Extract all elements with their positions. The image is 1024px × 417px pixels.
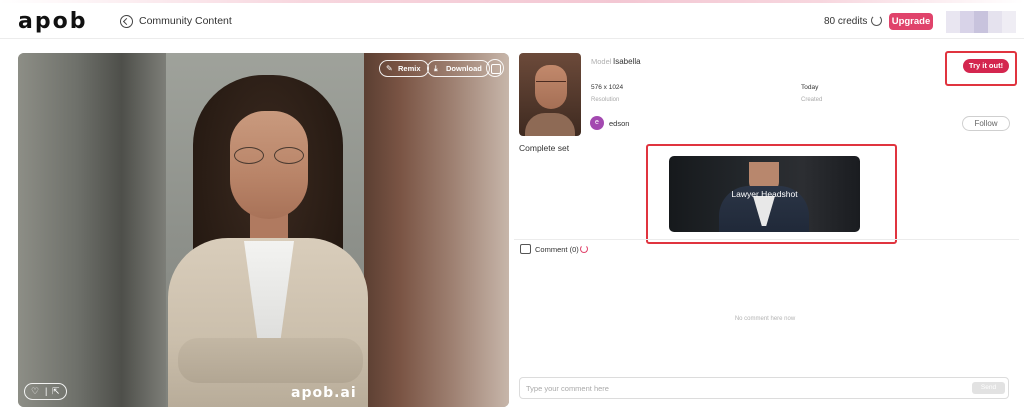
empty-comments-text: No comment here now xyxy=(734,316,796,322)
share-icon[interactable]: ⇱ xyxy=(52,384,60,399)
heart-icon[interactable]: ♡ xyxy=(31,384,39,399)
download-button[interactable]: ⤓ Download xyxy=(427,60,490,77)
comment-icon xyxy=(520,244,531,254)
top-header: apob Community Content 80 credits Upgrad… xyxy=(0,3,1024,39)
back-link-label[interactable]: Community Content xyxy=(139,15,232,27)
portrait-arms xyxy=(178,338,363,383)
remix-button[interactable]: ✎ Remix xyxy=(379,60,429,77)
image-bg-left xyxy=(18,53,166,407)
portrait-face xyxy=(230,111,308,219)
section-divider xyxy=(514,239,1019,240)
resolution-value: 576 x 1024 xyxy=(591,84,624,91)
image-bg-right xyxy=(364,53,509,407)
resolution-label: Resolution xyxy=(591,97,620,103)
download-icon: ⤓ xyxy=(434,64,438,73)
comment-input[interactable] xyxy=(519,377,1009,399)
comment-count-label: Comment (0) xyxy=(535,245,579,254)
main-image[interactable]: ✎ Remix ⤓ Download ♡ | ⇱ apob.ai xyxy=(18,53,509,407)
refresh-icon[interactable] xyxy=(871,15,882,26)
creator-avatar[interactable]: e xyxy=(590,116,604,130)
remix-label: Remix xyxy=(398,64,421,73)
model-thumbnail[interactable] xyxy=(519,53,581,136)
complete-set-label: Complete set xyxy=(519,143,570,153)
back-arrow-icon[interactable] xyxy=(120,15,133,28)
credits-count: 80 credits xyxy=(824,16,868,27)
apob-logo[interactable]: apob xyxy=(18,11,87,33)
thumb-body xyxy=(525,113,575,136)
created-value: Today xyxy=(801,84,819,91)
like-share-pill[interactable]: ♡ | ⇱ xyxy=(24,383,67,400)
model-name: Isabella xyxy=(613,57,641,66)
set-card-label: Lawyer Headshot xyxy=(731,189,798,199)
thumb-glasses xyxy=(536,81,566,90)
send-button[interactable]: Send xyxy=(972,382,1005,394)
creator-name[interactable]: edson xyxy=(609,119,629,128)
follow-button[interactable]: Follow xyxy=(962,116,1010,131)
watermark: apob.ai xyxy=(291,385,357,401)
magic-wand-icon: ✎ xyxy=(386,64,393,73)
pill-divider: | xyxy=(45,386,48,396)
fullscreen-icon[interactable] xyxy=(486,59,504,77)
try-it-out-button[interactable]: Try it out! xyxy=(963,59,1009,73)
created-label: Created xyxy=(801,97,823,103)
set-card-lawyer-headshot[interactable]: Lawyer Headshot xyxy=(669,156,860,232)
model-label: Model xyxy=(591,57,612,66)
user-avatar-blurred[interactable] xyxy=(946,11,1016,33)
comment-refresh-icon[interactable] xyxy=(580,245,588,253)
upgrade-button[interactable]: Upgrade xyxy=(889,13,933,30)
download-label: Download xyxy=(446,64,482,73)
portrait-glasses xyxy=(232,147,306,165)
